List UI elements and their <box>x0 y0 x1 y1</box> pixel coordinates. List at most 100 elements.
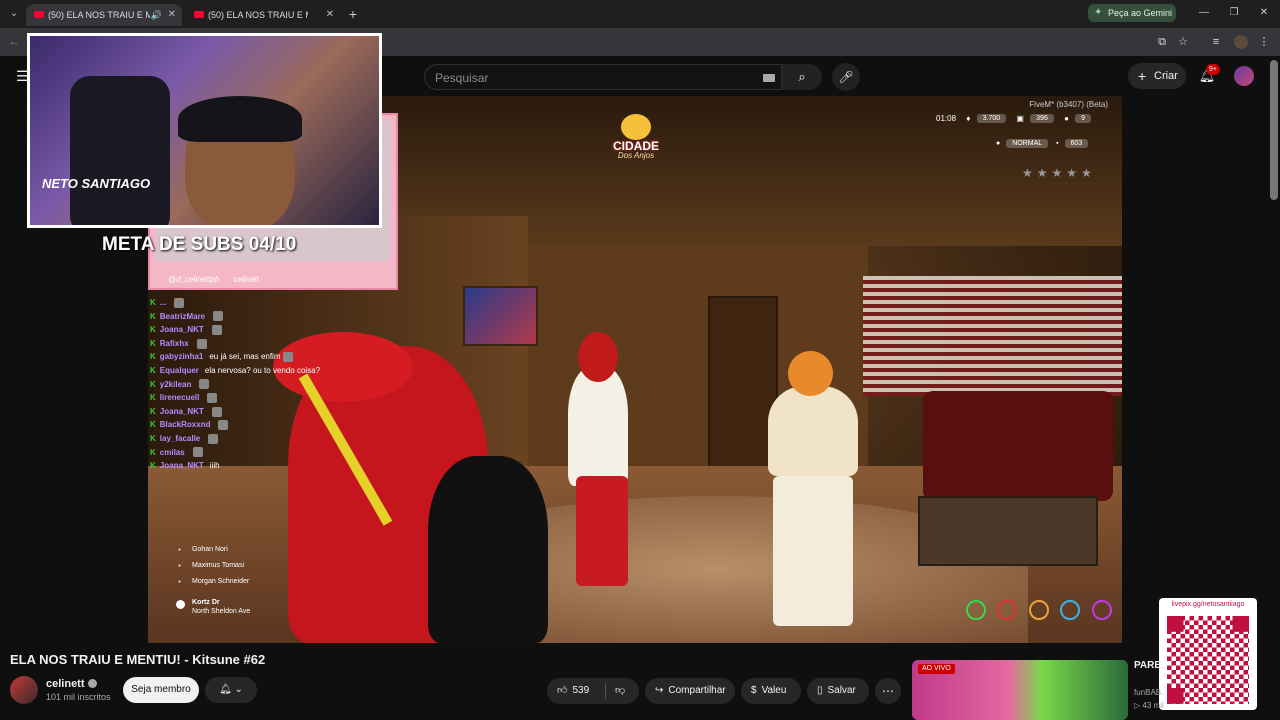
plus-icon: + <box>1138 68 1147 84</box>
save-label: Salvar <box>827 685 856 696</box>
gemini-label: Peça ao Gemini <box>1108 8 1173 18</box>
gemini-icon: ✦ <box>1094 7 1103 18</box>
share-button[interactable]: ↪ Compartilhar <box>645 678 735 704</box>
close-tab-icon[interactable]: ✕ <box>326 4 334 26</box>
hud-players: 9 <box>1075 114 1092 124</box>
chat-badge-icon: K <box>150 298 156 307</box>
chat-message: K Joana_NKT iiih <box>150 459 400 473</box>
chat-badge-icon: K <box>150 393 156 403</box>
gaming-chair <box>70 76 170 225</box>
media-controls-icon[interactable]: ≡ <box>1208 34 1224 50</box>
chat-message: K BlackRoxxnd <box>150 418 400 432</box>
channel-name[interactable]: celinett <box>46 678 97 690</box>
chat-message: K BeatrizMare <box>150 310 400 324</box>
chat-username: y2kilean <box>159 379 192 389</box>
chat-message: Kcmilas <box>150 446 400 460</box>
character-red-pants <box>576 476 628 586</box>
recommended-channel[interactable]: funBAB... <box>1134 688 1164 697</box>
browser-menu-icon[interactable]: ⋮ <box>1256 34 1272 50</box>
diamond-icon: ♦ <box>966 114 971 124</box>
voice-search-button[interactable]: 🎤︎ <box>832 63 860 91</box>
hud-stats: 01:08 ♦ 3.700 ▣ 396 ● 9 <box>936 114 1092 130</box>
dislike-button[interactable]: 👎︎ <box>615 678 625 704</box>
search-button[interactable]: ⌕ <box>782 64 822 90</box>
tab-inactive[interactable]: (50) ELA NOS TRAIU E MENTIU! - Kitsune #… <box>186 4 340 26</box>
chat-username: Joana_NKT <box>159 325 204 335</box>
stream-chat: K... K BeatrizMare K Joana_NKT K Rafixhx Kg… <box>150 296 400 473</box>
chat-username: Rafixhx <box>159 338 189 348</box>
restore-button[interactable]: ❐ <box>1224 4 1244 22</box>
character-red-hair <box>578 332 618 382</box>
like-button[interactable]: 👍︎ 539 <box>557 685 589 696</box>
character-orange-hair <box>788 351 833 396</box>
chat-username: BeatrizMare <box>159 311 206 321</box>
server-logo-subtitle: Dos Anjos <box>617 151 655 160</box>
chat-badge-icon: K <box>150 406 156 416</box>
tab-search-icon[interactable]: ⌄ <box>6 6 22 22</box>
emote-icon <box>213 311 224 322</box>
recommended-title[interactable]: PARE... 12) <box>1134 660 1164 672</box>
keyboard-icon[interactable] <box>763 74 775 82</box>
save-button[interactable]: ▯ Salvar <box>807 678 869 704</box>
channel-avatar[interactable] <box>10 676 38 704</box>
streamer-signature: NETO SANTIAGO <box>42 176 151 191</box>
chat-message: Klirenecuell <box>150 391 400 405</box>
emote-icon <box>207 393 218 404</box>
like-divider <box>605 683 606 699</box>
new-tab-button[interactable]: + <box>346 4 360 24</box>
mic-icon: 🎤︎ <box>838 70 854 84</box>
like-dislike-group: 👍︎ 539 👎︎ <box>547 678 639 704</box>
chat-badge-icon: K <box>150 365 156 375</box>
character-vest <box>768 386 858 476</box>
speaker-icon[interactable]: 🔊 <box>151 4 162 26</box>
install-app-icon[interactable]: ⧉ <box>1154 34 1170 50</box>
emote-icon <box>282 352 293 363</box>
close-window-button[interactable]: ✕ <box>1254 4 1274 22</box>
search-input[interactable] <box>435 69 735 87</box>
chat-badge-icon: K <box>150 447 156 457</box>
subscriber-count: 101 mil inscritos <box>46 692 111 702</box>
ping-icon: ▪ <box>1056 140 1059 147</box>
minimize-button[interactable]: — <box>1194 4 1214 22</box>
join-button[interactable]: Seja membro <box>123 677 199 703</box>
streamer-cap <box>178 96 302 142</box>
subs-goal-text: META DE SUBS 04/10 <box>102 234 297 255</box>
hud-voice: ● NORMAL ▪ 603 <box>996 139 1089 148</box>
video-title: ELA NOS TRAIU E MENTIU! - Kitsune #62 <box>10 652 266 667</box>
chat-username: lay_facalle <box>159 433 201 443</box>
user-avatar[interactable] <box>1234 66 1254 86</box>
hud-clock: 01:08 <box>936 114 957 124</box>
search-icon: ⌕ <box>798 69 806 84</box>
page-scrollbar[interactable] <box>1270 60 1278 200</box>
chevron-down-icon: ⌄ <box>234 684 243 695</box>
tab-active[interactable]: (50) ELA NOS TRAIU E MENTIU! - Kitsune #… <box>26 4 182 26</box>
server-logo: CIDADE Dos Anjos <box>606 114 666 164</box>
browser-profile-avatar[interactable] <box>1234 35 1248 49</box>
back-icon[interactable]: ← <box>8 34 20 48</box>
youtube-favicon-icon <box>34 11 44 18</box>
create-button[interactable]: + Criar <box>1128 63 1186 89</box>
more-actions-button[interactable]: ⋯ <box>875 678 901 704</box>
scene-table <box>918 496 1098 566</box>
armor-icon <box>997 600 1018 620</box>
chat-badge-icon: K <box>150 420 156 430</box>
share-label: Compartilhar <box>668 685 726 696</box>
scene-window-blinds <box>863 276 1122 396</box>
emote-icon <box>211 406 222 417</box>
chat-badge-icon: K <box>150 379 156 389</box>
create-label: Criar <box>1154 70 1178 82</box>
bookmark-star-icon[interactable]: ☆ <box>1175 34 1191 50</box>
chat-text: eu já sei, mas enfim <box>209 352 281 362</box>
chat-message: K... <box>150 296 400 310</box>
chat-message: Kgabyzinha1 eu já sei, mas enfim <box>150 350 400 364</box>
chat-text: ela nervosa? ou to vendo coisa? <box>204 365 321 375</box>
ask-gemini-button[interactable]: ✦ Peça ao Gemini <box>1088 4 1176 22</box>
emote-icon <box>199 379 210 390</box>
thanks-button[interactable]: $ Valeu <box>741 678 801 704</box>
recommended-live-thumbnail[interactable]: AO VIVO <box>912 660 1128 720</box>
chat-username: lirenecuell <box>159 393 200 403</box>
share-icon: ↪ <box>655 685 664 696</box>
close-tab-icon[interactable]: ✕ <box>168 4 176 26</box>
subscription-bell-button[interactable]: 🔔︎ ⌄ <box>205 677 257 703</box>
like-count: 539 <box>572 685 590 696</box>
